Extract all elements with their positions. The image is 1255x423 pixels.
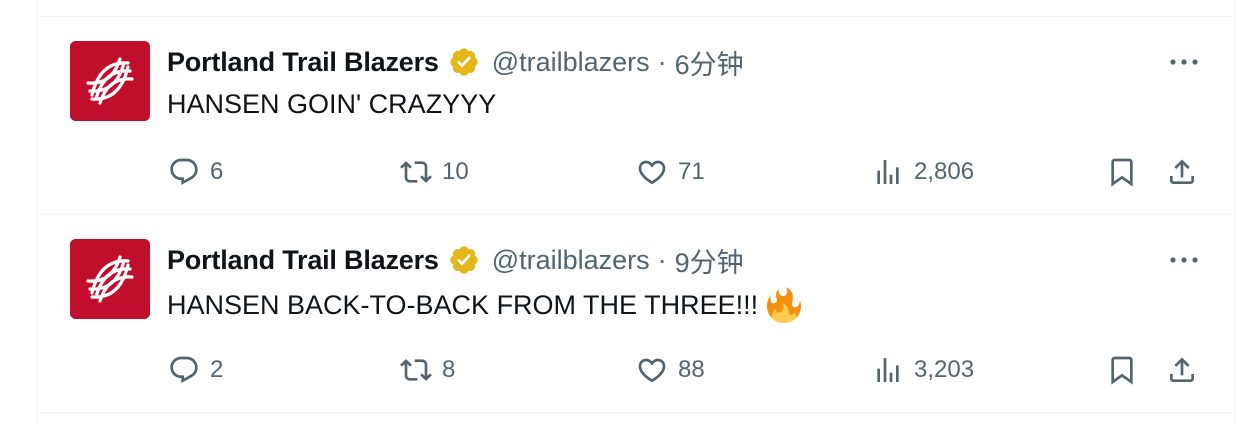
avatar[interactable] [70,239,150,319]
reply-icon [170,158,198,185]
tweet[interactable]: Portland Trail Blazers @trailblazers · 9… [38,215,1234,413]
like-button[interactable]: 88 [636,348,705,392]
verified-badge-icon[interactable] [448,46,480,78]
bookmark-icon [1111,356,1133,385]
like-count: 71 [678,158,705,185]
retweet-count: 10 [442,158,469,185]
reply-count: 6 [210,158,224,185]
reply-button[interactable]: 2 [168,348,223,392]
tweet-text-content: HANSEN BACK-TO-BACK FROM THE THREE!!! [167,289,759,320]
retweet-icon [400,359,432,381]
bookmark-button[interactable] [1106,348,1138,392]
timestamp[interactable]: 9分钟 [675,241,744,280]
view-count: 3,203 [914,356,975,383]
like-count: 88 [678,356,705,383]
author-name[interactable]: Portland Trail Blazers [167,47,439,78]
tweet[interactable]: Portland Trail Blazers @trailblazers · 6… [38,17,1234,215]
retweet-icon [400,161,432,183]
tweet-actions: 2 8 88 3,203 [38,348,1234,392]
bookmark-icon [1111,158,1133,187]
views-icon [877,160,899,184]
tweet-header: Portland Trail Blazers @trailblazers · 6… [167,44,744,80]
views-button[interactable]: 2,806 [872,150,974,194]
blazers-logo-icon [70,239,150,319]
author-handle[interactable]: @trailblazers [492,245,650,276]
fire-emoji-icon [766,287,802,323]
like-icon [638,358,666,383]
reply-count: 2 [210,356,224,383]
avatar[interactable] [70,41,150,121]
separator: · [657,244,667,275]
tweet-text: HANSEN GOIN' CRAZYYY [167,89,496,120]
author-name[interactable]: Portland Trail Blazers [167,245,439,276]
like-icon [638,160,666,185]
tweet-text-content: HANSEN GOIN' CRAZYYY [167,89,497,119]
views-icon [877,358,899,382]
like-button[interactable]: 71 [636,150,705,194]
timeline: Portland Trail Blazers @trailblazers · 6… [37,0,1235,423]
tweet-text: HANSEN BACK-TO-BACK FROM THE THREE!!! [167,287,802,323]
blazers-logo-icon [70,41,150,121]
more-icon[interactable] [1169,50,1199,74]
author-handle[interactable]: @trailblazers [492,47,650,78]
share-button[interactable] [1166,150,1198,194]
retweet-button[interactable]: 8 [400,348,455,392]
share-button[interactable] [1166,348,1198,392]
share-icon [1170,159,1194,184]
verified-badge-icon[interactable] [448,244,480,276]
timestamp[interactable]: 6分钟 [675,43,744,82]
bookmark-button[interactable] [1106,150,1138,194]
view-count: 2,806 [914,158,975,185]
views-button[interactable]: 3,203 [872,348,974,392]
separator: · [657,46,667,77]
tweet-actions: 6 10 71 2,806 [38,150,1234,194]
retweet-count: 8 [442,356,456,383]
tweet-header: Portland Trail Blazers @trailblazers · 9… [167,242,744,278]
retweet-button[interactable]: 10 [400,150,469,194]
reply-icon [170,356,198,383]
more-icon[interactable] [1169,248,1199,272]
reply-button[interactable]: 6 [168,150,223,194]
share-icon [1170,357,1194,382]
